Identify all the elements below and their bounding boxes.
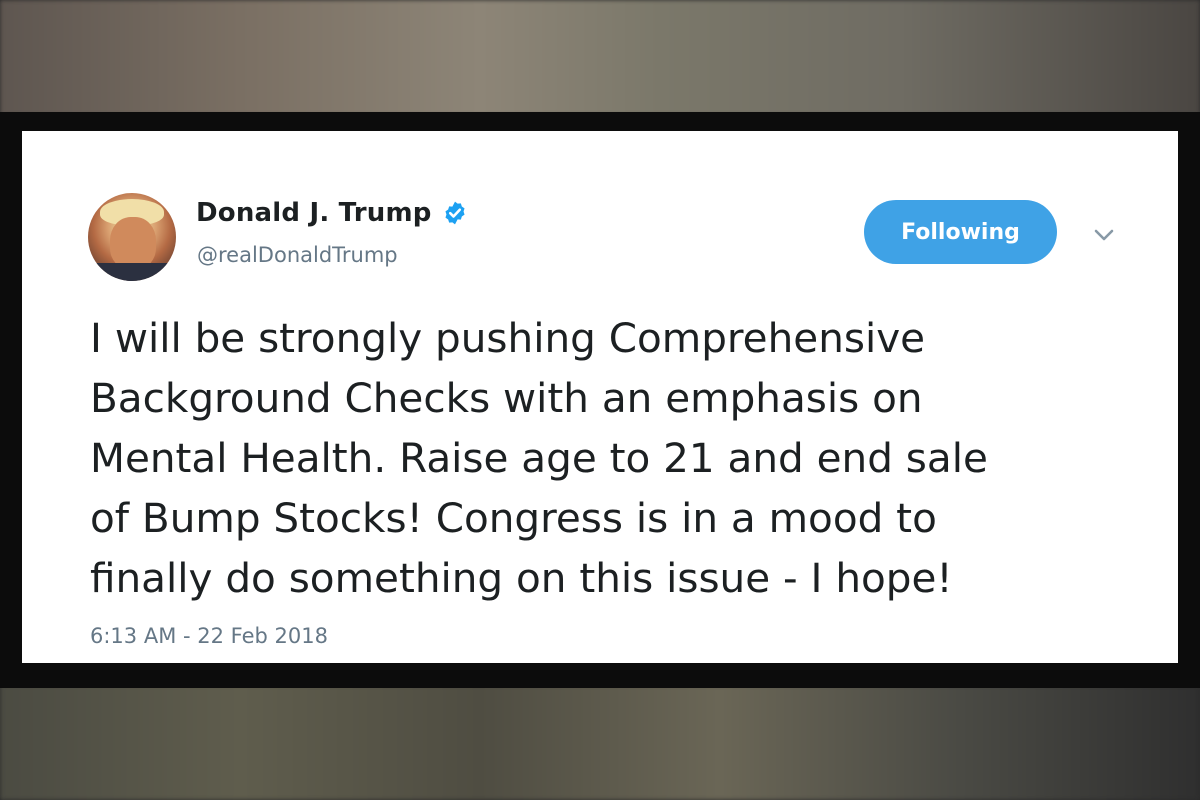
author-name[interactable]: Donald J. Trump [196, 198, 432, 228]
tweet-timestamp[interactable]: 6:13 AM - 22 Feb 2018 [90, 624, 328, 648]
tweet-text-line: I will be strongly pushing Comprehensive [90, 314, 926, 362]
author-name-row: Donald J. Trump [196, 198, 468, 228]
avatar[interactable] [88, 193, 176, 281]
tweet-text-line: of Bump Stocks! Congress is in a mood to [90, 494, 937, 542]
blurred-background-top [0, 0, 1200, 115]
tweet-text-line: Mental Health. Raise age to 21 and end s… [90, 434, 988, 482]
blurred-background-bottom [0, 685, 1200, 800]
verified-badge-icon [445, 201, 465, 225]
tweet-text-line: Background Checks with an emphasis on [90, 374, 923, 422]
avatar-face [110, 217, 156, 269]
tweet-text-line: finally do something on this issue - I h… [90, 554, 953, 602]
screenshot-frame: Donald J. Trump @realDonaldTrump Followi… [0, 0, 1200, 800]
following-button[interactable]: Following [864, 200, 1057, 264]
avatar-suit [88, 263, 176, 281]
tweet-text: I will be strongly pushing Comprehensive… [90, 308, 1150, 608]
chevron-down-icon[interactable] [1090, 222, 1118, 248]
author-handle[interactable]: @realDonaldTrump [197, 243, 398, 267]
